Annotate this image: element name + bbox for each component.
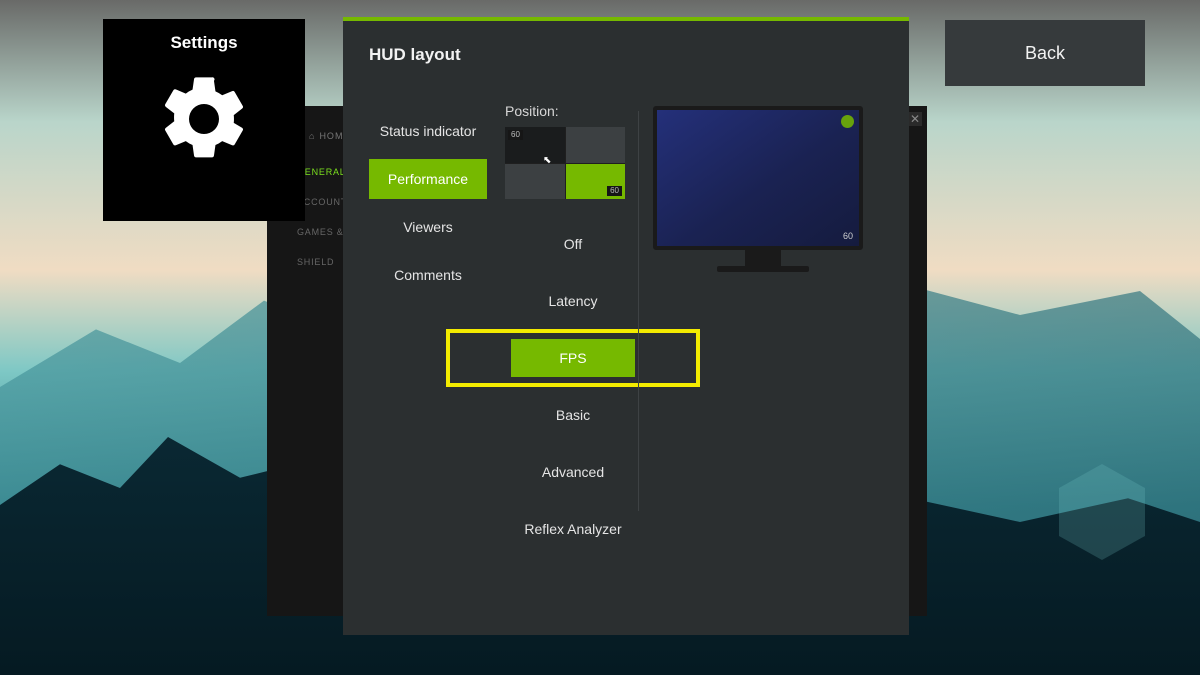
home-icon: ⌂ — [309, 131, 315, 141]
position-label: Position: — [505, 103, 640, 119]
monitor-preview: 60 — [653, 106, 873, 272]
position-selector: 60 ⬉ 60 — [505, 127, 625, 199]
position-top-right[interactable] — [566, 127, 626, 163]
tab-performance[interactable]: Performance — [369, 159, 487, 199]
back-button-label: Back — [1025, 43, 1065, 64]
monitor-stand — [745, 250, 781, 266]
overlay-number-br: 60 — [607, 186, 622, 196]
fps-counter: 60 — [843, 231, 853, 241]
tab-viewers[interactable]: Viewers — [369, 207, 487, 247]
overlay-number-tl: 60 — [508, 130, 523, 140]
option-fps[interactable]: FPS — [511, 339, 635, 377]
back-button[interactable]: Back — [945, 20, 1145, 86]
hud-layout-panel: HUD layout Status indicator Performance … — [343, 17, 909, 635]
position-top-left[interactable]: 60 ⬉ — [505, 127, 565, 163]
position-bottom-left[interactable] — [505, 164, 565, 200]
option-latency[interactable]: Latency — [477, 282, 669, 320]
panel-title: HUD layout — [343, 21, 909, 65]
option-off[interactable]: Off — [477, 225, 669, 263]
tab-status-indicator[interactable]: Status indicator — [369, 111, 487, 151]
overlay-mode-list: Off Latency FPS Basic Advanced Reflex An… — [473, 221, 673, 552]
monitor-screen: 60 — [653, 106, 863, 250]
settings-title: Settings — [170, 33, 237, 53]
settings-badge: Settings — [103, 19, 305, 221]
gear-icon — [154, 69, 254, 169]
monitor-base — [717, 266, 809, 272]
option-reflex-analyzer[interactable]: Reflex Analyzer — [477, 510, 669, 548]
option-basic[interactable]: Basic — [477, 396, 669, 434]
category-tabs: Status indicator Performance Viewers Com… — [369, 111, 487, 303]
tab-comments[interactable]: Comments — [369, 255, 487, 295]
position-bottom-right[interactable]: 60 — [566, 164, 626, 200]
close-icon[interactable]: ✕ — [908, 112, 922, 126]
divider — [638, 111, 639, 511]
option-advanced[interactable]: Advanced — [477, 453, 669, 491]
status-indicator-icon — [841, 115, 854, 128]
